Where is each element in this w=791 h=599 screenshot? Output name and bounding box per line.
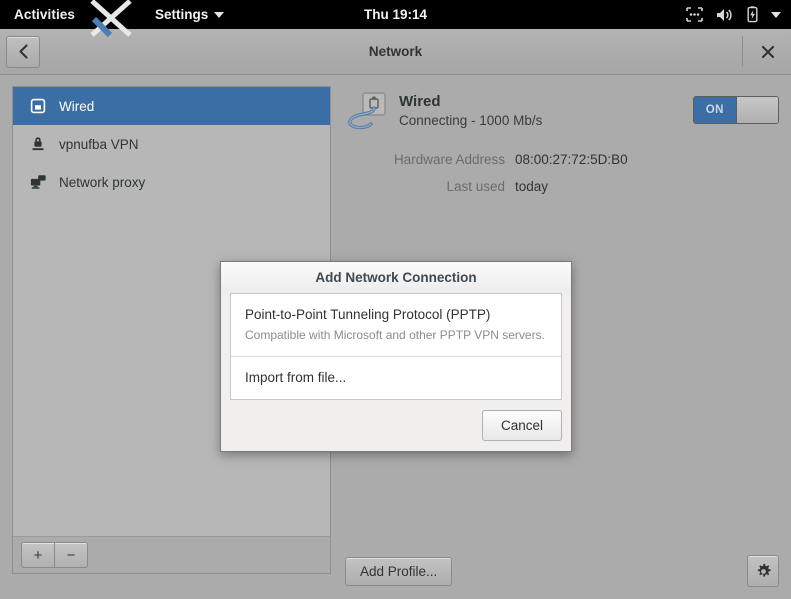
list-item-subtitle: Compatible with Microsoft and other PPTP… <box>245 328 545 342</box>
dialog-title: Add Network Connection <box>221 262 571 293</box>
sidebar-item-network-proxy[interactable]: Network proxy <box>13 163 330 201</box>
property-label: Last used <box>446 179 505 194</box>
device-info: Wired Connecting - 1000 Mb/s <box>399 90 542 128</box>
device-name: Wired <box>399 93 441 110</box>
sidebar-item-vpn[interactable]: vpnufba VPN <box>13 125 330 163</box>
toggle-on-label: ON <box>694 97 736 123</box>
device-status: Connecting - 1000 Mb/s <box>399 113 543 129</box>
window-close-icon <box>761 45 775 58</box>
device-header: Wired Connecting - 1000 Mb/s ON <box>345 86 779 136</box>
wired-device-icon <box>29 97 47 115</box>
add-connection-button[interactable]: + <box>21 542 55 568</box>
dialog-action-bar: Cancel <box>221 400 571 451</box>
property-label: Hardware Address <box>393 152 505 167</box>
activities-button[interactable]: Activities <box>0 7 87 22</box>
sidebar-item-label: Wired <box>59 98 95 114</box>
list-item-pptp[interactable]: Point-to-Point Tunneling Protocol (PPTP)… <box>231 294 561 356</box>
list-item-title: Import from file... <box>245 370 347 385</box>
app-menu-label: Settings <box>155 7 209 22</box>
clock: Thu 19:14 <box>363 7 428 22</box>
device-properties: Hardware Address 08:00:27:72:5D:B0 Last … <box>345 152 779 194</box>
property-row: Last used today <box>345 179 621 194</box>
input-method-icon[interactable] <box>686 7 703 22</box>
device-power-toggle[interactable]: ON <box>693 96 779 124</box>
sidebar-action-bar: + − <box>13 536 330 573</box>
vpn-lock-icon <box>29 135 47 153</box>
connection-type-list: Point-to-Point Tunneling Protocol (PPTP)… <box>230 293 562 400</box>
device-settings-button[interactable] <box>747 555 779 587</box>
toggle-knob <box>735 97 778 123</box>
volume-icon[interactable] <box>715 7 734 23</box>
sidebar-item-wired[interactable]: Wired <box>13 87 330 125</box>
window-content: Wired vpnufba VPN Network proxy + − Wire… <box>0 75 791 599</box>
detail-action-bar: Add Profile... <box>345 555 779 587</box>
screen: Activities Settings Thu 19:14 Network Wi… <box>0 0 791 599</box>
system-menu-caret-icon[interactable] <box>771 11 781 18</box>
wired-cable-icon <box>345 90 391 136</box>
add-network-connection-dialog: Add Network Connection Point-to-Point Tu… <box>220 261 572 452</box>
battery-charging-icon[interactable] <box>746 6 759 23</box>
settings-window: Network Wired vpnufba VPN Network proxy … <box>0 29 791 599</box>
add-remove-button-group: + − <box>21 542 88 568</box>
gear-icon <box>757 563 771 577</box>
list-item-title: Point-to-Point Tunneling Protocol (PPTP) <box>245 307 491 322</box>
page-title: Network <box>368 44 423 59</box>
property-row: Hardware Address 08:00:27:72:5D:B0 <box>345 152 628 167</box>
app-menu-button[interactable]: Settings <box>147 7 232 22</box>
property-value: 08:00:27:72:5D:B0 <box>515 152 628 167</box>
cancel-button[interactable]: Cancel <box>481 410 562 441</box>
header-separator <box>742 36 743 67</box>
sidebar-item-label: Network proxy <box>59 174 146 190</box>
close-button[interactable] <box>755 39 781 65</box>
property-value: today <box>515 179 549 194</box>
back-button[interactable] <box>6 35 40 68</box>
system-status-area[interactable] <box>686 6 781 23</box>
remove-connection-button[interactable]: − <box>55 542 88 568</box>
chevron-left-icon <box>18 44 28 59</box>
sidebar-item-label: vpnufba VPN <box>59 136 139 152</box>
network-proxy-icon <box>29 173 47 191</box>
header-bar: Network <box>0 29 791 75</box>
gnome-top-bar: Activities Settings Thu 19:14 <box>0 0 791 38</box>
add-profile-button[interactable]: Add Profile... <box>345 556 453 586</box>
list-item-import-from-file[interactable]: Import from file... <box>231 356 561 399</box>
chevron-down-icon <box>214 11 225 18</box>
